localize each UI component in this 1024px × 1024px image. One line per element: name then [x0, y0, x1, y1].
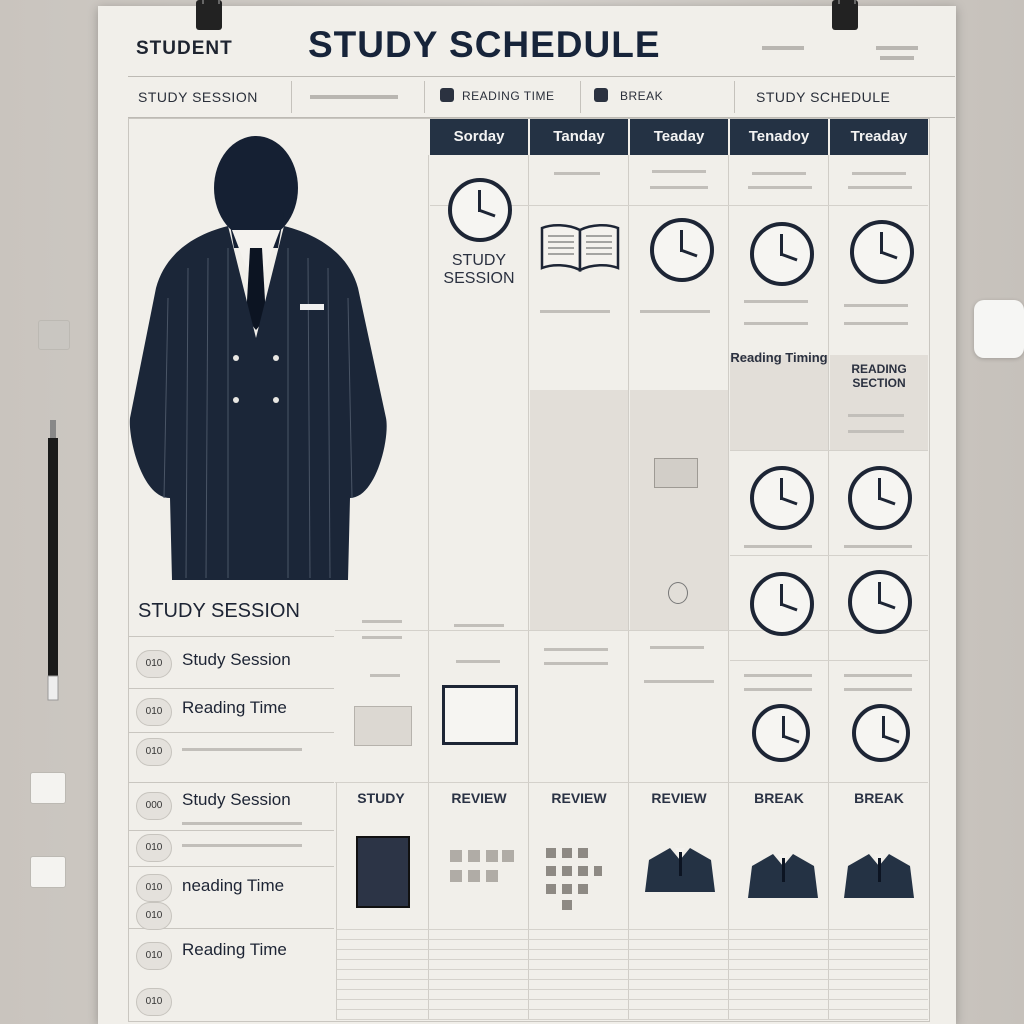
day-header-5: Treaday: [830, 119, 928, 155]
binder-clip-icon: [832, 0, 858, 30]
legend-study-schedule: STUDY SCHEDULE: [756, 89, 891, 105]
grid-icon: [546, 848, 602, 910]
clock-icon: [750, 466, 814, 530]
sidebar-title: STUDY SESSION: [138, 600, 300, 622]
time-badge: 010: [136, 988, 172, 1016]
magnet-icon: [30, 856, 66, 888]
clock-icon: [848, 466, 912, 530]
sidebar-section: STUDY SESSION: [128, 590, 334, 637]
clock-icon: [850, 220, 914, 284]
reading-section-cell: READING SECTION: [851, 362, 907, 390]
clock-icon: [848, 570, 912, 634]
page-title: STUDY SCHEDULE: [308, 24, 661, 65]
time-badge: 010: [136, 942, 172, 970]
study-session-cell: STUDY SESSION: [443, 252, 515, 287]
notebook-icon: [356, 836, 410, 908]
clock-icon: [750, 222, 814, 286]
list-item: 010: [128, 734, 334, 783]
day-header-2: Tanday: [530, 119, 628, 155]
jacket-icon: [748, 854, 818, 898]
bottom-label-review: REVIEW: [551, 790, 607, 806]
bottom-label-break: BREAK: [854, 790, 904, 806]
jacket-icon: [844, 854, 914, 898]
person-silhouette: [129, 136, 387, 580]
faint-text: [310, 95, 398, 99]
list-item: 010 neading Time 010: [128, 868, 334, 930]
reading-time-cell: Reading Timing: [730, 350, 828, 365]
faint-text: [762, 46, 804, 50]
time-badge: 010: [136, 698, 172, 726]
magnet-icon: [30, 772, 66, 804]
day-header-4: Tenadoy: [730, 119, 828, 155]
time-badge: 000: [136, 792, 172, 820]
shaded-block: [530, 390, 628, 630]
faint-text: [880, 56, 914, 60]
legend-break: BREAK: [620, 89, 664, 103]
bottom-label-review: REVIEW: [451, 790, 507, 806]
list-item: 010 Reading Time 010: [128, 932, 334, 1020]
magnet-icon: [38, 320, 70, 350]
shaded-block: [730, 355, 828, 450]
small-clock-icon: [668, 582, 688, 604]
list-item-label: Study Session: [182, 790, 291, 809]
jacket-icon: [645, 848, 715, 892]
time-badge: 010: [136, 650, 172, 678]
legend-study-session: STUDY SESSION: [138, 89, 258, 105]
ruled-lines: [336, 920, 928, 1020]
list-item: 010 Study Session: [128, 638, 334, 689]
clock-icon: [852, 704, 910, 762]
list-item-label: Reading Time: [182, 940, 287, 959]
list-item-label: Study Session: [182, 650, 291, 669]
pen-icon: [47, 420, 59, 701]
clock-icon: [752, 704, 810, 762]
clock-icon: [650, 218, 714, 282]
device-icon: [654, 458, 698, 488]
reading-time-swatch: [440, 88, 454, 102]
time-badge: 010: [136, 874, 172, 902]
time-badge: 010: [136, 834, 172, 862]
faint-text: [876, 46, 918, 50]
student-label: STUDENT: [136, 38, 233, 59]
time-badge: 010: [136, 902, 172, 930]
frame-icon: [442, 685, 518, 745]
day-header-1: Sorday: [430, 119, 528, 155]
binder-clip-icon: [196, 0, 222, 30]
time-badge: 010: [136, 738, 172, 766]
list-item-label: Reading Time: [182, 698, 287, 717]
list-item-label: neading Time: [182, 876, 285, 895]
clock-icon: [448, 178, 512, 242]
legend-bar: STUDY SESSION READING TIME BREAK STUDY S…: [128, 76, 955, 118]
list-item: 010: [128, 832, 334, 867]
grid-icon: [450, 850, 514, 882]
bottom-label-review: REVIEW: [651, 790, 707, 806]
legend-reading-time: READING TIME: [462, 89, 555, 103]
bottom-label-study: STUDY: [357, 790, 405, 806]
book-icon: [540, 224, 620, 272]
wall-hook-icon: [974, 300, 1024, 358]
clock-icon: [750, 572, 814, 636]
list-item: 000 Study Session: [128, 784, 334, 831]
tablet-icon: [354, 706, 412, 746]
break-swatch: [594, 88, 608, 102]
bottom-label-break: BREAK: [754, 790, 804, 806]
list-item: 010 Reading Time: [128, 690, 334, 733]
day-header-3: Teaday: [630, 119, 728, 155]
